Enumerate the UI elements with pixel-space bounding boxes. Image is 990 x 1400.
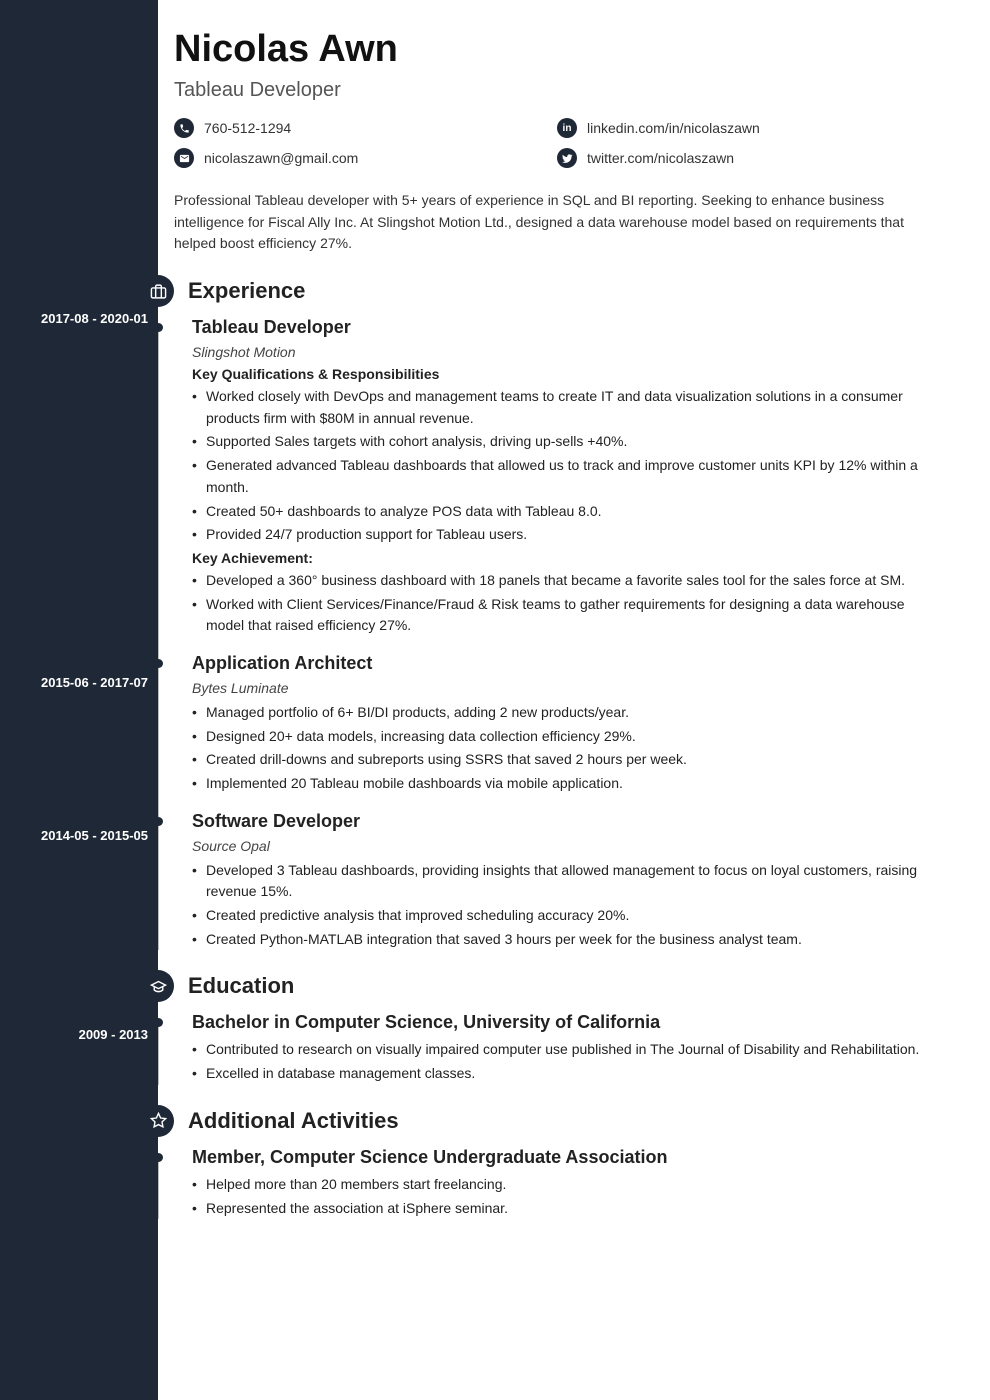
briefcase-icon: [142, 275, 174, 307]
bullet: Created predictive analysis that improve…: [192, 905, 940, 927]
job-entry: Software Developer Source Opal Developed…: [192, 811, 940, 951]
main-content: Nicolas Awn Tableau Developer 760-512-12…: [158, 0, 990, 1400]
bullet: Worked closely with DevOps and managemen…: [192, 386, 940, 429]
linkedin-icon: in: [557, 118, 577, 138]
bullet: Implemented 20 Tableau mobile dashboards…: [192, 773, 940, 795]
bullet: Generated advanced Tableau dashboards th…: [192, 455, 940, 498]
phone-item: 760-512-1294: [174, 118, 557, 138]
experience-section: Experience Tableau Developer Slingshot M…: [174, 275, 940, 950]
bullet: Represented the association at iSphere s…: [192, 1198, 940, 1220]
job-title: Software Developer: [192, 811, 940, 832]
bullet: Created 50+ dashboards to analyze POS da…: [192, 501, 940, 523]
bullet: Created drill-downs and subreports using…: [192, 749, 940, 771]
bullet: Developed a 360° business dashboard with…: [192, 570, 940, 592]
activity-title: Member, Computer Science Undergraduate A…: [192, 1147, 940, 1168]
sidebar: 2017-08 - 2020-01 2015-06 - 2017-07 2014…: [0, 0, 158, 1400]
twitter-icon: [557, 148, 577, 168]
email-item: nicolaszawn@gmail.com: [174, 148, 557, 168]
date-range: 2015-06 - 2017-07: [41, 675, 148, 690]
email-text: nicolaszawn@gmail.com: [204, 150, 358, 166]
education-entry: Bachelor in Computer Science, University…: [192, 1012, 940, 1084]
email-icon: [174, 148, 194, 168]
section-title: Education: [188, 973, 294, 999]
job-company: Slingshot Motion: [192, 344, 940, 360]
linkedin-item: in linkedin.com/in/nicolaszawn: [557, 118, 940, 138]
job-title: Application Architect: [192, 653, 940, 674]
bullet: Worked with Client Services/Finance/Frau…: [192, 594, 940, 637]
linkedin-text: linkedin.com/in/nicolaszawn: [587, 120, 760, 136]
twitter-item: twitter.com/nicolaszawn: [557, 148, 940, 168]
subheading: Key Achievement:: [192, 550, 940, 566]
phone-text: 760-512-1294: [204, 120, 291, 136]
date-range: 2017-08 - 2020-01: [41, 311, 148, 326]
activity-entry: Member, Computer Science Undergraduate A…: [192, 1147, 940, 1219]
date-range: 2009 - 2013: [79, 1027, 148, 1042]
contacts: 760-512-1294 in linkedin.com/in/nicolasz…: [174, 118, 940, 178]
job-title: Tableau Developer: [192, 317, 940, 338]
date-range: 2014-05 - 2015-05: [41, 828, 148, 843]
bullet: Provided 24/7 production support for Tab…: [192, 524, 940, 546]
job-title: Tableau Developer: [174, 79, 940, 102]
bullet: Designed 20+ data models, increasing dat…: [192, 726, 940, 748]
section-title: Additional Activities: [188, 1108, 399, 1134]
activities-section: Additional Activities Member, Computer S…: [174, 1105, 940, 1219]
bullet: Supported Sales targets with cohort anal…: [192, 431, 940, 453]
phone-icon: [174, 118, 194, 138]
twitter-text: twitter.com/nicolaszawn: [587, 150, 734, 166]
bullet: Excelled in database management classes.: [192, 1063, 940, 1085]
summary: Professional Tableau developer with 5+ y…: [174, 190, 940, 255]
bullet: Developed 3 Tableau dashboards, providin…: [192, 860, 940, 903]
bullet: Contributed to research on visually impa…: [192, 1039, 940, 1061]
job-company: Bytes Luminate: [192, 680, 940, 696]
job-company: Source Opal: [192, 838, 940, 854]
person-name: Nicolas Awn: [174, 28, 940, 71]
job-entry: Application Architect Bytes Luminate Man…: [192, 653, 940, 795]
section-title: Experience: [188, 278, 305, 304]
education-section: Education Bachelor in Computer Science, …: [174, 970, 940, 1084]
degree-title: Bachelor in Computer Science, University…: [192, 1012, 940, 1033]
bullet: Helped more than 20 members start freela…: [192, 1174, 940, 1196]
star-icon: [142, 1105, 174, 1137]
bullet: Created Python-MATLAB integration that s…: [192, 929, 940, 951]
graduation-cap-icon: [142, 970, 174, 1002]
bullet: Managed portfolio of 6+ BI/DI products, …: [192, 702, 940, 724]
job-entry: Tableau Developer Slingshot Motion Key Q…: [192, 317, 940, 637]
subheading: Key Qualifications & Responsibilities: [192, 366, 940, 382]
